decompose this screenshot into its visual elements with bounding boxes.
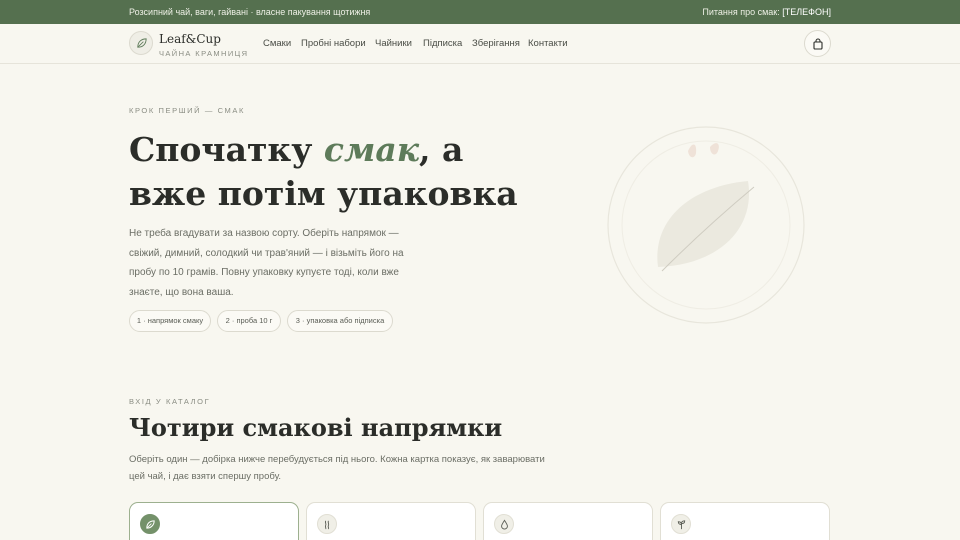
contact-phone[interactable]: [ТЕЛЕФОН]	[782, 7, 831, 17]
hero-description: Не треба вгадувати за назвою сорту. Обер…	[129, 228, 404, 298]
hero-title-start: Спочатку	[129, 130, 324, 169]
top-promo-bar: Розсипний чай, ваги, гайвані · власне па…	[0, 0, 960, 24]
shopping-bag-icon	[813, 38, 823, 50]
catalog-title: Чотири смакові напрямки	[129, 413, 503, 442]
sprout-icon	[677, 520, 686, 530]
hero-eyebrow: КРОК ПЕРШИЙ — СМАК	[129, 106, 245, 115]
step-chip-flavor[interactable]: 1 · напрямок смаку	[129, 310, 211, 332]
nav-item-teapots[interactable]: Чайники	[375, 38, 412, 49]
leaf-icon	[137, 38, 147, 48]
card-icon-badge	[494, 514, 514, 534]
nav-item-contacts[interactable]: Контакти	[528, 38, 568, 49]
logo-badge[interactable]	[129, 31, 153, 55]
nav-item-flavors[interactable]: Смаки	[263, 38, 291, 49]
tea-leaf-illustration	[607, 126, 805, 324]
hero-title: Спочатку смак, а вже потім упаковка	[129, 128, 549, 216]
brand-tagline: ЧАЙНА КРАМНИЦЯ	[159, 49, 249, 58]
catalog-subtitle: Оберіть один — добірка нижче перебудуєть…	[129, 454, 545, 482]
hero-title-accent: смак	[323, 130, 420, 169]
drop-icon	[501, 519, 508, 530]
promo-text: Розсипний чай, ваги, гайвані · власне па…	[129, 7, 371, 17]
brand-name[interactable]: Leaf&Cup	[159, 32, 221, 46]
flavor-card-fresh[interactable]	[129, 502, 299, 540]
step-chip-package[interactable]: 3 · упаковка або підписка	[287, 310, 393, 332]
nav-item-subscription[interactable]: Підписка	[423, 38, 462, 49]
card-icon-badge	[140, 514, 160, 534]
flavor-card-smoky[interactable]	[306, 502, 476, 540]
flavor-card-herbal[interactable]	[660, 502, 830, 540]
leaf-icon	[146, 520, 155, 529]
nav-item-storage[interactable]: Зберігання	[472, 38, 520, 49]
nav-item-sample-sets[interactable]: Пробні набори	[301, 38, 366, 49]
contact-info: Питання про смак: [ТЕЛЕФОН]	[702, 7, 831, 17]
cart-button[interactable]	[804, 30, 831, 57]
flavor-card-sweet[interactable]	[483, 502, 653, 540]
catalog-eyebrow: ВХІД У КАТАЛОГ	[129, 397, 211, 406]
card-icon-badge	[317, 514, 337, 534]
contact-label: Питання про смак:	[702, 7, 780, 17]
step-chip-sample[interactable]: 2 · проба 10 г	[217, 310, 281, 332]
smoke-icon	[324, 520, 330, 530]
card-icon-badge	[671, 514, 691, 534]
site-header: Leaf&Cup ЧАЙНА КРАМНИЦЯ Смаки Пробні наб…	[0, 24, 960, 64]
